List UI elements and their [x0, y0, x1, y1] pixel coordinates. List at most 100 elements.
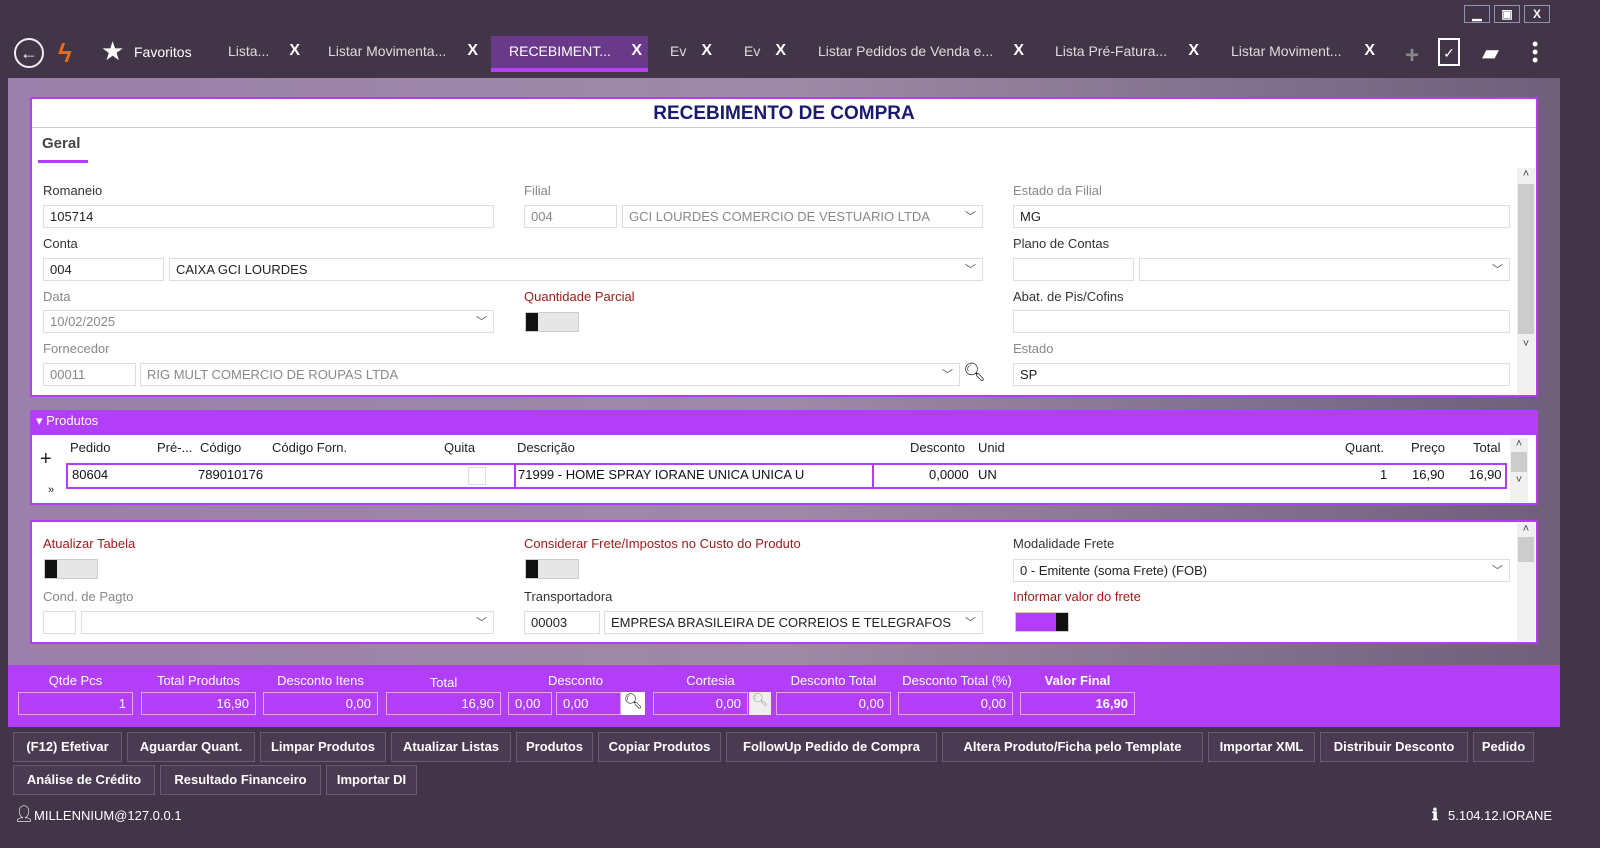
copiar-produtos-button[interactable]: Copiar Produtos	[598, 732, 721, 762]
cell-total[interactable]: 16,90	[1469, 467, 1502, 482]
fornecedor-code-input[interactable]: 00011	[43, 363, 136, 386]
search-icon[interactable]: 🔍︎	[621, 692, 645, 715]
more-menu-icon[interactable]: • • •	[1532, 35, 1538, 69]
cell-pedido[interactable]: 80604	[72, 467, 108, 482]
informar-toggle[interactable]	[1015, 612, 1069, 632]
data-input[interactable]: 10/02/2025 ﹀	[43, 310, 494, 333]
distribuir-desconto-button[interactable]: Distribuir Desconto	[1320, 732, 1468, 762]
minimize-button[interactable]: ▁	[1464, 5, 1490, 23]
col-desconto[interactable]: Desconto	[910, 440, 965, 455]
aguardar-quant-button[interactable]: Aguardar Quant.	[127, 732, 255, 762]
col-pedido[interactable]: Pedido	[70, 440, 110, 455]
col-pre[interactable]: Pré-...	[157, 440, 192, 455]
cond-code-input[interactable]	[43, 611, 76, 634]
cond-select[interactable]: ﹀	[81, 611, 494, 634]
search-icon[interactable]: 🔍︎	[963, 362, 986, 383]
conta-select[interactable]: CAIXA GCI LOURDES ﹀	[169, 258, 983, 281]
efetivar-button[interactable]: (F12) Efetivar	[13, 732, 122, 762]
altera-produto-button[interactable]: Altera Produto/Ficha pelo Template	[942, 732, 1203, 762]
add-tab-icon[interactable]: +	[1405, 42, 1419, 70]
form-scrollbar[interactable]: ˄ ˅	[1517, 168, 1535, 394]
close-tab-icon[interactable]: X	[1013, 36, 1024, 66]
plano-select[interactable]: ﹀	[1139, 258, 1510, 281]
tab-ev-1[interactable]: Ev X	[662, 36, 718, 72]
romaneio-input[interactable]: 105714	[43, 205, 494, 228]
tab-lista[interactable]: Lista... X	[220, 36, 306, 72]
desconto-input[interactable]: 0,00	[556, 692, 621, 715]
col-codigo[interactable]: Código	[200, 440, 241, 455]
limpar-produtos-button[interactable]: Limpar Produtos	[260, 732, 386, 762]
favorites-button[interactable]: Favoritos	[134, 44, 192, 60]
close-tab-icon[interactable]: X	[631, 36, 642, 66]
qtd-parcial-toggle[interactable]	[525, 312, 579, 332]
col-quita[interactable]: Quita	[444, 440, 475, 455]
expand-icon[interactable]: »	[48, 484, 54, 496]
close-tab-icon[interactable]: X	[467, 36, 478, 66]
modalidade-select[interactable]: 0 - Emitente (soma Frete) (FOB) ﹀	[1013, 559, 1510, 582]
filial-code-input[interactable]: 004	[524, 205, 617, 228]
cell-codigo[interactable]: 789010176	[198, 467, 263, 482]
informar-label: Informar valor do frete	[1013, 589, 1141, 604]
tab-listar-movimenta[interactable]: Listar Movimenta... X	[320, 36, 484, 72]
transp-code-input[interactable]: 00003	[524, 611, 600, 634]
importar-di-button[interactable]: Importar DI	[326, 765, 417, 795]
desconto-pct-input[interactable]: 0,00	[508, 692, 552, 715]
cell-quant[interactable]: 1	[1380, 467, 1387, 482]
extra-scrollbar[interactable]: ˄	[1517, 523, 1535, 641]
close-tab-icon[interactable]: X	[701, 36, 712, 66]
back-icon[interactable]: ←	[14, 38, 44, 68]
quita-checkbox[interactable]	[468, 467, 486, 485]
cell-desconto[interactable]: 0,0000	[929, 467, 969, 482]
fornecedor-select[interactable]: RIG MULT COMERCIO DE ROUPAS LTDA ﹀	[140, 363, 960, 386]
col-quant[interactable]: Quant.	[1345, 440, 1384, 455]
resultado-financeiro-button[interactable]: Resultado Financeiro	[160, 765, 321, 795]
transp-select[interactable]: EMPRESA BRASILEIRA DE CORREIOS E TELEGRA…	[604, 611, 983, 634]
maximize-button[interactable]: ▣	[1494, 5, 1520, 23]
produtos-header[interactable]: ▾ Produtos	[30, 410, 1538, 435]
produtos-button[interactable]: Produtos	[516, 732, 593, 762]
close-tab-icon[interactable]: X	[775, 36, 786, 66]
tab-listar-moviment[interactable]: Listar Moviment... X	[1223, 36, 1381, 72]
cell-preco[interactable]: 16,90	[1412, 467, 1445, 482]
considerar-label: Considerar Frete/Impostos no Custo do Pr…	[524, 536, 801, 551]
grid-scrollbar[interactable]: ˄ ˅	[1510, 438, 1528, 502]
analise-credito-button[interactable]: Análise de Crédito	[13, 765, 155, 795]
col-total[interactable]: Total	[1473, 440, 1500, 455]
cortesia-search-icon[interactable]: 🔍︎	[749, 692, 771, 715]
pedido-button[interactable]: Pedido	[1473, 732, 1534, 762]
clipboard-icon[interactable]: ✓	[1438, 38, 1460, 66]
estado-filial-input[interactable]: MG	[1013, 205, 1510, 228]
tab-label: Listar Moviment...	[1231, 43, 1342, 59]
followup-button[interactable]: FollowUp Pedido de Compra	[726, 732, 937, 762]
abat-input[interactable]	[1013, 310, 1510, 333]
tab-lista-pre-fatura[interactable]: Lista Pré-Fatura... X	[1047, 36, 1205, 72]
estado-input[interactable]: SP	[1013, 363, 1510, 386]
col-codigo-forn[interactable]: Código Forn.	[272, 440, 347, 455]
info-icon[interactable]: ℹ	[1432, 805, 1438, 825]
tab-listar-pedidos[interactable]: Listar Pedidos de Venda e... X	[810, 36, 1030, 72]
chat-icon[interactable]: ▰	[1482, 40, 1499, 66]
cell-descricao[interactable]: 71999 - HOME SPRAY IORANE UNICA UNICA U	[518, 467, 804, 482]
tab-geral[interactable]: Geral	[38, 135, 88, 163]
tab-ev-2[interactable]: Ev X	[736, 36, 792, 72]
close-tab-icon[interactable]: X	[289, 36, 300, 66]
cell-unid[interactable]: UN	[978, 467, 997, 482]
desc-total-label: Desconto Total	[790, 673, 877, 688]
considerar-toggle[interactable]	[525, 559, 579, 579]
atualizar-toggle[interactable]	[44, 559, 98, 579]
close-tab-icon[interactable]: X	[1364, 36, 1375, 66]
close-tab-icon[interactable]: X	[1188, 36, 1199, 66]
desc-itens-label: Desconto Itens	[277, 673, 364, 688]
col-descricao[interactable]: Descrição	[517, 440, 575, 455]
importar-xml-button[interactable]: Importar XML	[1208, 732, 1315, 762]
tab-recebimento[interactable]: RECEBIMENT... X	[491, 36, 648, 72]
chevron-down-icon: ﹀	[965, 617, 976, 629]
col-preco[interactable]: Preço	[1411, 440, 1445, 455]
add-row-icon[interactable]: +	[40, 448, 52, 471]
filial-select[interactable]: GCI LOURDES COMERCIO DE VESTUARIO LTDA ﹀	[622, 205, 983, 228]
close-window-button[interactable]: X	[1524, 5, 1550, 23]
conta-code-input[interactable]: 004	[43, 258, 164, 281]
atualizar-listas-button[interactable]: Atualizar Listas	[391, 732, 511, 762]
plano-code-input[interactable]	[1013, 258, 1134, 281]
col-unid[interactable]: Unid	[978, 440, 1005, 455]
